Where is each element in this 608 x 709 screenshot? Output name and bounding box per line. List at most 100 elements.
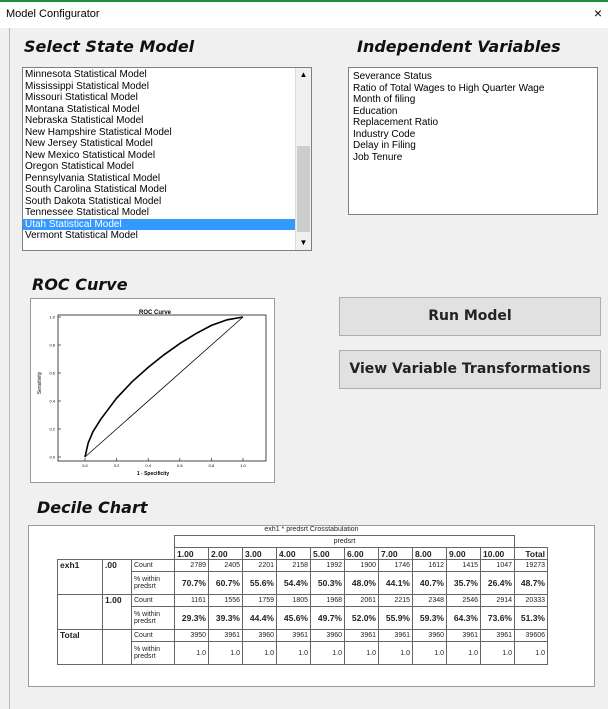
state-model-item[interactable]: Montana Statistical Model xyxy=(23,104,295,116)
crosstab-pct-cell: 1.0 xyxy=(378,641,413,665)
crosstab-row-group: exh1 xyxy=(57,559,103,595)
crosstab-count-cell: 2201 xyxy=(242,559,277,572)
crosstab-pct-cell: 70.7% xyxy=(174,571,209,595)
crosstab-pct-cell: 35.7% xyxy=(446,571,481,595)
state-model-item[interactable]: New Mexico Statistical Model xyxy=(23,150,295,162)
independent-variable-item[interactable]: Job Tenure xyxy=(351,152,595,164)
crosstab-count-cell: 1759 xyxy=(242,594,277,607)
crosstab-count-cell: 19273 xyxy=(514,559,548,572)
crosstab-pct-cell: 59.3% xyxy=(412,606,447,630)
scroll-thumb[interactable] xyxy=(297,146,310,232)
state-model-item[interactable]: Missouri Statistical Model xyxy=(23,92,295,104)
roc-chart-xlabel: 1 - Specificity xyxy=(137,471,169,477)
crosstab-pct-cell: 1.0 xyxy=(412,641,447,665)
roc-chart-svg: ROC Curve 1 - Specificity Sensitivity 0.… xyxy=(37,310,267,477)
crosstab-row-group xyxy=(57,594,103,630)
independent-variable-item[interactable]: Delay in Filing xyxy=(351,140,595,152)
crosstab-count-cell: 3960 xyxy=(242,629,277,642)
scroll-down-icon[interactable]: ▼ xyxy=(296,236,311,250)
crosstab-row: % within predsrt 70.7% 60.7% 55.6% 54.4% 50.3… xyxy=(58,571,548,595)
crosstab-count-cell: 1900 xyxy=(344,559,379,572)
crosstab-count-cell: 3961 xyxy=(276,629,311,642)
independent-variable-item[interactable]: Replacement Ratio xyxy=(351,117,595,129)
state-model-item[interactable]: New Hampshire Statistical Model xyxy=(23,127,295,139)
roc-x-tick-label: 0.8 xyxy=(209,463,215,468)
title-bar: Model Configurator × xyxy=(0,0,608,28)
crosstab-pct-cell: 54.4% xyxy=(276,571,311,595)
state-model-item[interactable]: Mississippi Statistical Model xyxy=(23,81,295,93)
state-model-item[interactable]: South Dakota Statistical Model xyxy=(23,196,295,208)
independent-variable-item[interactable]: Severance Status xyxy=(351,71,595,83)
crosstab-pct-cell: 73.6% xyxy=(480,606,515,630)
independent-variables-list: Severance Status Ratio of Total Wages to … xyxy=(351,71,595,163)
crosstab-pct-cell: 51.3% xyxy=(514,606,548,630)
crosstab-count-cell: 3961 xyxy=(446,629,481,642)
crosstab-count-cell: 20333 xyxy=(514,594,548,607)
state-model-item[interactable]: New Jersey Statistical Model xyxy=(23,138,295,150)
crosstab-row: % within predsrt 1.0 1.0 1.0 1.0 1.0 1.0 1.0 1.0… xyxy=(58,641,548,665)
independent-variable-item[interactable]: Month of filing xyxy=(351,94,595,106)
crosstab-pct-cell: 1.0 xyxy=(446,641,481,665)
roc-y-tick-label: 0.2 xyxy=(49,427,55,432)
crosstab-pct-cell: 1.0 xyxy=(174,641,209,665)
state-model-listbox[interactable]: Minnesota Statistical Model Mississippi S… xyxy=(22,67,312,251)
state-model-item[interactable]: South Carolina Statistical Model xyxy=(23,184,295,196)
crosstab-column-header: 3.00 xyxy=(242,547,277,560)
roc-y-tick-label: 0.6 xyxy=(49,371,55,376)
roc-curve-heading: ROC Curve xyxy=(32,275,128,294)
crosstab-count-cell: 1047 xyxy=(480,559,515,572)
roc-x-tick-label: 0.2 xyxy=(114,463,120,468)
crosstab-count-cell: 2158 xyxy=(276,559,311,572)
crosstab-row-value: 1.00 xyxy=(102,594,132,630)
crosstab-pct-cell: 48.7% xyxy=(514,571,548,595)
crosstab-stat-label: % within predsrt xyxy=(131,641,175,665)
run-model-button[interactable]: Run Model xyxy=(339,297,601,336)
crosstab-pct-cell: 40.7% xyxy=(412,571,447,595)
roc-reference-line xyxy=(84,316,244,458)
roc-x-tick-label: 0.4 xyxy=(145,463,151,468)
roc-ticks: 0.0 0.0 0.2 0.2 0.4 0.4 0.6 0.6 0.8 0.8 1.0 1.0 xyxy=(49,315,246,469)
crosstab-stat-label: Count xyxy=(131,594,175,607)
close-icon[interactable]: × xyxy=(594,5,602,21)
roc-y-tick-label: 0.8 xyxy=(49,343,55,348)
crosstab-pct-cell: 1.0 xyxy=(514,641,548,665)
crosstab-pct-cell: 49.7% xyxy=(310,606,345,630)
crosstab-count-cell: 39606 xyxy=(514,629,548,642)
crosstab-row-group: Total xyxy=(57,629,103,665)
crosstab-pct-cell: 1.0 xyxy=(276,641,311,665)
crosstab-count-cell: 3960 xyxy=(412,629,447,642)
crosstab-pct-cell: 1.0 xyxy=(208,641,243,665)
state-model-scrollbar[interactable]: ▲ ▼ xyxy=(295,68,311,250)
crosstab-count-cell: 1161 xyxy=(174,594,209,607)
crosstab-row: 1.00 Count 1161 1556 1759 1805 1968 2061 2215 234… xyxy=(57,594,548,630)
crosstab-count-cell: 1415 xyxy=(446,559,481,572)
state-model-item[interactable]: Vermont Statistical Model xyxy=(23,230,295,242)
crosstab-pct-cell: 64.3% xyxy=(446,606,481,630)
state-model-item[interactable]: Oregon Statistical Model xyxy=(23,161,295,173)
crosstab-column-header: 10.00 xyxy=(480,547,515,560)
crosstab-column-header: 9.00 xyxy=(446,547,481,560)
roc-lines xyxy=(84,316,244,458)
independent-variable-item[interactable]: Industry Code xyxy=(351,129,595,141)
state-model-item[interactable]: Nebraska Statistical Model xyxy=(23,115,295,127)
crosstab-column-header: 6.00 xyxy=(344,547,379,560)
crosstab-count-cell: 1992 xyxy=(310,559,345,572)
state-model-item[interactable]: Utah Statistical Model xyxy=(23,218,295,230)
state-model-item[interactable]: Tennessee Statistical Model xyxy=(23,207,295,219)
scroll-up-icon[interactable]: ▲ xyxy=(296,68,311,82)
independent-variable-item[interactable]: Ratio of Total Wages to High Quarter Wag… xyxy=(351,83,595,95)
state-model-item[interactable]: Pennsylvania Statistical Model xyxy=(23,173,295,185)
crosstab-pct-cell: 44.4% xyxy=(242,606,277,630)
crosstab-column-header: 1.00 xyxy=(174,547,209,560)
independent-variable-item[interactable]: Education xyxy=(351,106,595,118)
crosstab-count-cell: 1556 xyxy=(208,594,243,607)
crosstab-row: exh1.00 Count 2789 2405 2201 2158 1992 1900 1746… xyxy=(57,559,548,595)
state-model-item[interactable]: Minnesota Statistical Model xyxy=(23,69,295,81)
crosstab-column-header: 7.00 xyxy=(378,547,413,560)
roc-chart: ROC Curve 1 - Specificity Sensitivity 0.… xyxy=(30,298,275,483)
view-variable-transformations-button[interactable]: View Variable Transformations xyxy=(339,350,601,389)
independent-variables-listbox[interactable]: Severance Status Ratio of Total Wages to … xyxy=(348,67,598,215)
crosstab-corner xyxy=(515,536,548,548)
crosstab-pct-cell: 44.1% xyxy=(378,571,413,595)
crosstab-row: Total Count 3950 3961 3960 3961 3960 3961 3961 39… xyxy=(57,629,548,665)
